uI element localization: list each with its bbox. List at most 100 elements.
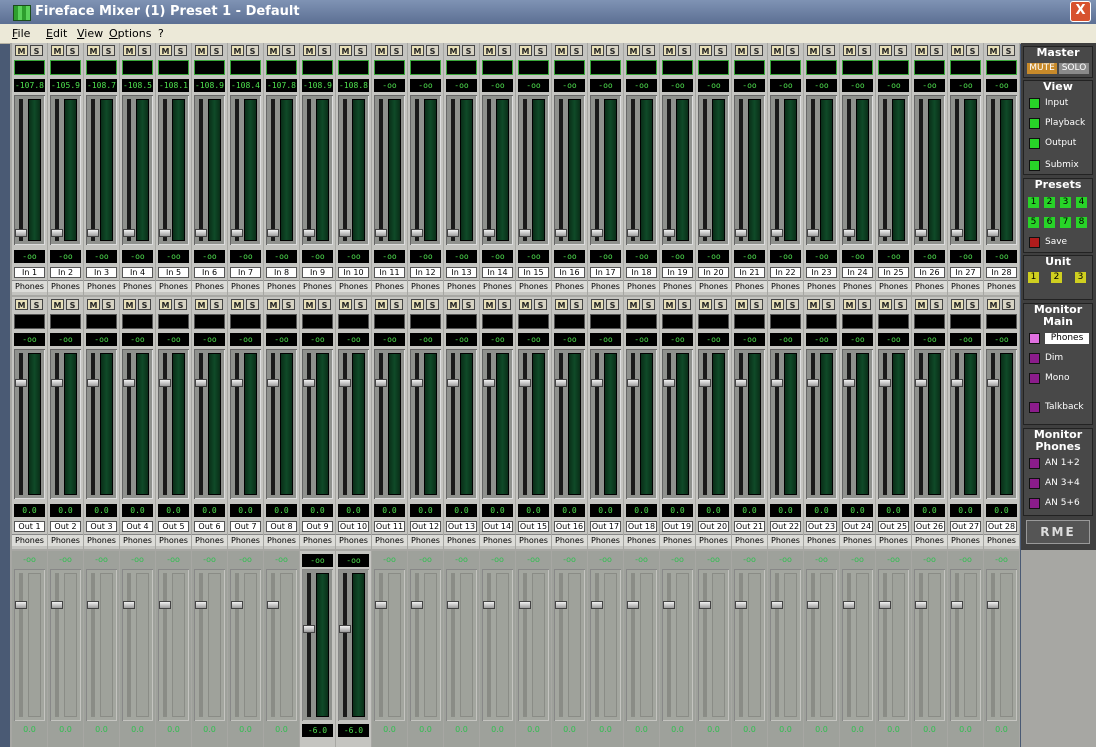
fader-knob[interactable] xyxy=(231,379,243,387)
preset-6-button[interactable]: 6 xyxy=(1044,217,1055,228)
mute-button[interactable]: M xyxy=(663,299,676,310)
fader-knob[interactable] xyxy=(159,601,171,609)
solo-button[interactable]: S xyxy=(390,299,403,310)
route-label[interactable]: Phones xyxy=(444,534,479,546)
mute-button[interactable]: M xyxy=(231,299,244,310)
solo-button[interactable]: S xyxy=(462,45,475,56)
channel-name[interactable]: In 11 xyxy=(374,267,405,278)
monitor-phones-an56-toggle[interactable] xyxy=(1029,498,1040,509)
preset-4-button[interactable]: 4 xyxy=(1076,197,1087,208)
mute-button[interactable]: M xyxy=(951,45,964,56)
mute-button[interactable]: M xyxy=(519,45,532,56)
solo-button[interactable]: S xyxy=(210,45,223,56)
fader-knob[interactable] xyxy=(123,379,135,387)
fader-knob[interactable] xyxy=(771,229,783,237)
fader-knob[interactable] xyxy=(375,379,387,387)
solo-button[interactable]: S xyxy=(642,45,655,56)
mute-button[interactable]: M xyxy=(123,45,136,56)
channel-name[interactable]: In 12 xyxy=(410,267,441,278)
channel-name[interactable]: Out 11 xyxy=(374,521,405,532)
mute-button[interactable]: M xyxy=(303,299,316,310)
fader-knob[interactable] xyxy=(555,379,567,387)
fader-knob[interactable] xyxy=(627,379,639,387)
channel-name[interactable]: Out 14 xyxy=(482,521,513,532)
route-label[interactable]: Phones xyxy=(228,534,263,546)
mute-button[interactable]: M xyxy=(195,45,208,56)
preset-2-button[interactable]: 2 xyxy=(1044,197,1055,208)
channel-name[interactable]: In 2 xyxy=(50,267,81,278)
route-label[interactable]: Phones xyxy=(948,534,983,546)
solo-button[interactable]: S xyxy=(354,299,367,310)
solo-button[interactable]: S xyxy=(498,299,511,310)
route-label[interactable]: Phones xyxy=(912,280,947,292)
menu-options[interactable]: Options xyxy=(109,27,151,40)
mute-button[interactable]: M xyxy=(699,299,712,310)
solo-button[interactable]: S xyxy=(642,299,655,310)
fader-knob[interactable] xyxy=(555,601,567,609)
preset-7-button[interactable]: 7 xyxy=(1060,217,1071,228)
mute-button[interactable]: M xyxy=(915,45,928,56)
fader-knob[interactable] xyxy=(699,601,711,609)
route-label[interactable]: Phones xyxy=(156,280,191,292)
fader-knob[interactable] xyxy=(87,601,99,609)
channel-name[interactable]: In 13 xyxy=(446,267,477,278)
mute-button[interactable]: M xyxy=(807,45,820,56)
monitor-main-mono-toggle[interactable] xyxy=(1029,373,1040,384)
channel-name[interactable]: Out 7 xyxy=(230,521,261,532)
view-submix-toggle[interactable] xyxy=(1029,160,1040,171)
mute-button[interactable]: M xyxy=(807,299,820,310)
fader-knob[interactable] xyxy=(699,229,711,237)
fader-knob[interactable] xyxy=(519,229,531,237)
mute-button[interactable]: M xyxy=(591,299,604,310)
channel-name[interactable]: In 5 xyxy=(158,267,189,278)
solo-button[interactable]: S xyxy=(1002,299,1015,310)
route-label[interactable]: Phones xyxy=(120,534,155,546)
mute-button[interactable]: M xyxy=(195,299,208,310)
fader-knob[interactable] xyxy=(159,379,171,387)
route-label[interactable]: Phones xyxy=(12,280,47,292)
fader-knob[interactable] xyxy=(591,379,603,387)
fader-knob[interactable] xyxy=(411,601,423,609)
route-label[interactable]: Phones xyxy=(768,534,803,546)
fader-knob[interactable] xyxy=(267,379,279,387)
solo-button[interactable]: S xyxy=(174,299,187,310)
channel-name[interactable]: Out 27 xyxy=(950,521,981,532)
master-solo-button[interactable]: SOLO xyxy=(1059,63,1089,74)
channel-name[interactable]: In 16 xyxy=(554,267,585,278)
fader-knob[interactable] xyxy=(267,229,279,237)
fader-knob[interactable] xyxy=(159,229,171,237)
mute-button[interactable]: M xyxy=(51,45,64,56)
route-label[interactable]: Phones xyxy=(300,280,335,292)
fader-knob[interactable] xyxy=(591,229,603,237)
fader-knob[interactable] xyxy=(699,379,711,387)
channel-name[interactable]: Out 13 xyxy=(446,521,477,532)
fader-knob[interactable] xyxy=(555,229,567,237)
fader-knob[interactable] xyxy=(15,601,27,609)
fader-knob[interactable] xyxy=(51,601,63,609)
mute-button[interactable]: M xyxy=(627,45,640,56)
fader-knob[interactable] xyxy=(303,625,315,633)
route-label[interactable]: Phones xyxy=(768,280,803,292)
fader-knob[interactable] xyxy=(87,229,99,237)
channel-name[interactable]: In 10 xyxy=(338,267,369,278)
solo-button[interactable]: S xyxy=(1002,45,1015,56)
route-label[interactable]: Phones xyxy=(696,534,731,546)
solo-button[interactable]: S xyxy=(858,299,871,310)
route-label[interactable]: Phones xyxy=(48,534,83,546)
mute-button[interactable]: M xyxy=(267,45,280,56)
fader-knob[interactable] xyxy=(339,625,351,633)
fader-knob[interactable] xyxy=(411,229,423,237)
mute-button[interactable]: M xyxy=(15,299,28,310)
channel-name[interactable]: Out 3 xyxy=(86,521,117,532)
view-playback-toggle[interactable] xyxy=(1029,118,1040,129)
fader-knob[interactable] xyxy=(231,601,243,609)
fader-knob[interactable] xyxy=(951,229,963,237)
channel-name[interactable]: In 18 xyxy=(626,267,657,278)
unit-1-button[interactable]: 1 xyxy=(1028,272,1039,283)
solo-button[interactable]: S xyxy=(534,299,547,310)
mute-button[interactable]: M xyxy=(663,45,676,56)
fader-knob[interactable] xyxy=(195,379,207,387)
monitor-main-talkback-toggle[interactable] xyxy=(1029,402,1040,413)
solo-button[interactable]: S xyxy=(966,45,979,56)
fader-knob[interactable] xyxy=(195,229,207,237)
